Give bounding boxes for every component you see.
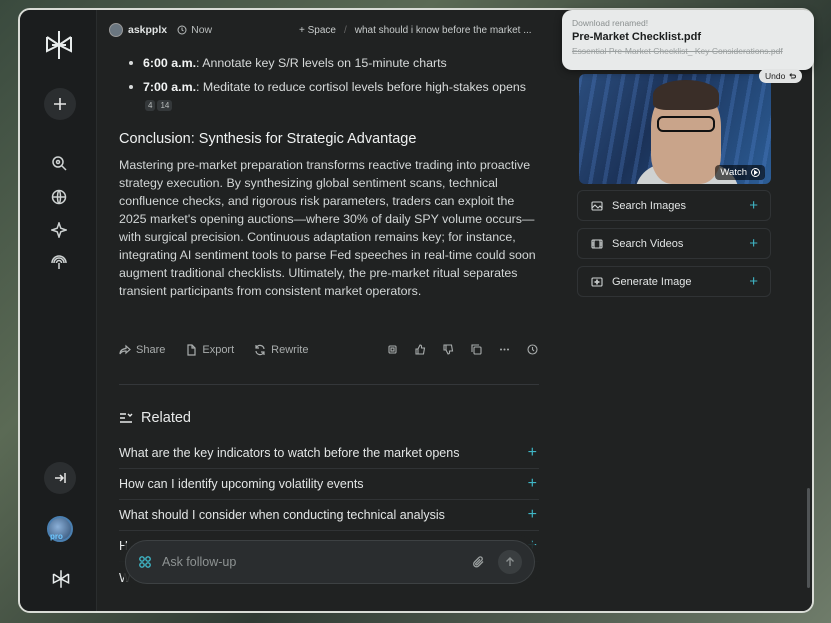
export-button[interactable]: Export (185, 344, 234, 356)
secondary-actions (385, 342, 539, 356)
clock-icon (177, 25, 187, 35)
plus-icon: + (749, 273, 758, 290)
related-list-icon (120, 413, 133, 423)
media-sidebar: Watch Search Images + Search Videos + Ge… (577, 10, 773, 611)
related-item[interactable]: How can I identify upcoming volatility e… (119, 469, 539, 500)
space-link[interactable]: + Space (299, 25, 336, 36)
rewrite-icon (255, 344, 265, 356)
focus-icon[interactable] (138, 555, 152, 569)
attach-icon[interactable] (472, 555, 486, 569)
video-icon (591, 238, 603, 249)
answer-content: 6:00 a.m.: Annotate key S/R levels on 15… (119, 54, 539, 300)
more-icon[interactable] (497, 342, 511, 356)
follow-up-input[interactable]: Ask follow-up (162, 555, 472, 569)
image-icon (591, 200, 603, 211)
new-thread-button[interactable] (44, 88, 76, 120)
app-window: pro askpplx Now + Space / what should i … (18, 8, 814, 613)
toast-old-filename: Essential Pre-Market Checklist_ Key Cons… (572, 46, 783, 56)
perplexity-logo-icon[interactable] (42, 28, 76, 62)
app-logo-icon[interactable] (46, 564, 76, 594)
plus-icon[interactable]: + (528, 475, 537, 493)
watch-label: Watch (720, 167, 747, 178)
list-item: 7:00 a.m.: Meditate to reduce cortisol l… (119, 78, 539, 114)
generate-image-button[interactable]: Generate Image + (577, 266, 771, 297)
share-label: Share (136, 344, 166, 356)
conclusion-paragraph: Mastering pre-market preparation transfo… (119, 158, 536, 298)
user-name: askpplx (128, 24, 168, 36)
answer-actions: Share Export Rewrite (119, 340, 539, 360)
toast-status: Download renamed! (572, 18, 649, 28)
user-avatar (109, 23, 123, 37)
plus-icon[interactable]: + (528, 444, 537, 462)
scrollbar[interactable] (807, 488, 810, 588)
rewrite-label: Rewrite (271, 344, 309, 356)
related-item-text: What are the key indicators to watch bef… (119, 446, 460, 460)
sidebar: pro (20, 10, 96, 611)
bullet-time: 6:00 a.m. (143, 56, 197, 70)
collapse-sidebar-button[interactable] (44, 462, 76, 494)
pro-badge: pro (50, 532, 63, 541)
search-images-button[interactable]: Search Images + (577, 190, 771, 221)
time-label: Now (191, 24, 213, 36)
export-icon (187, 344, 196, 356)
related-header: Related (119, 410, 191, 426)
section-heading: Conclusion: Synthesis for Strategic Adva… (119, 131, 417, 147)
citation-badge[interactable]: 4 (145, 100, 156, 112)
arrow-up-icon (506, 557, 514, 566)
rewrite-button[interactable]: Rewrite (254, 344, 308, 356)
thread-title[interactable]: what should i know before the market ... (355, 25, 532, 36)
share-icon (119, 344, 131, 355)
globe-icon[interactable] (44, 182, 74, 212)
watch-button[interactable]: Watch (715, 165, 765, 180)
undo-icon (789, 73, 797, 79)
play-icon (751, 168, 760, 177)
thumbs-down-icon[interactable] (441, 342, 455, 356)
follow-up-bar: Ask follow-up (125, 540, 535, 584)
user-info[interactable]: askpplx (109, 23, 167, 37)
plus-icon: + (749, 197, 758, 214)
video-thumbnail[interactable]: Watch (579, 74, 771, 184)
divider (119, 384, 539, 385)
thumbs-up-icon[interactable] (413, 342, 427, 356)
avatar[interactable]: pro (47, 516, 73, 542)
download-toast[interactable]: Download renamed! Pre-Market Checklist.p… (562, 10, 814, 70)
breadcrumb-separator: / (343, 24, 347, 36)
thumbnail-person-hair (653, 80, 719, 110)
undo-button[interactable]: Undo (759, 69, 803, 83)
search-videos-label: Search Videos (612, 237, 684, 250)
main-panel: askpplx Now + Space / what should i know… (96, 10, 812, 611)
history-icon[interactable] (525, 342, 539, 356)
related-title: Related (141, 410, 191, 426)
breadcrumb: + Space / what should i know before the … (299, 10, 532, 50)
plus-icon: + (749, 235, 758, 252)
send-button[interactable] (498, 550, 522, 574)
generate-image-icon (591, 276, 603, 287)
related-item-text: What should I consider when conducting t… (119, 508, 445, 522)
related-item[interactable]: What are the key indicators to watch bef… (119, 438, 539, 469)
search-icon[interactable] (44, 148, 74, 178)
sparkle-icon[interactable] (44, 215, 74, 245)
signal-icon[interactable] (44, 248, 74, 278)
list-item: 6:00 a.m.: Annotate key S/R levels on 15… (119, 54, 539, 72)
copy-icon[interactable] (469, 342, 483, 356)
generate-image-label: Generate Image (612, 275, 692, 288)
model-chip-icon[interactable] (385, 342, 399, 356)
export-label: Export (202, 344, 235, 356)
related-item-text: How can I identify upcoming volatility e… (119, 477, 364, 491)
search-videos-button[interactable]: Search Videos + (577, 228, 771, 259)
toast-new-filename: Pre-Market Checklist.pdf (572, 31, 701, 43)
bullet-time: 7:00 a.m. (143, 80, 197, 94)
search-images-label: Search Images (612, 199, 686, 212)
bullet-text: : Meditate to reduce cortisol levels bef… (196, 80, 526, 94)
plus-icon[interactable]: + (528, 506, 537, 524)
thumbnail-person-glasses (657, 116, 715, 132)
citation-badge[interactable]: 14 (157, 100, 173, 112)
bullet-text: : Annotate key S/R levels on 15-minute c… (196, 56, 447, 70)
share-button[interactable]: Share (119, 344, 165, 356)
undo-label: Undo (765, 71, 786, 81)
timestamp: Now (177, 24, 212, 36)
related-item[interactable]: What should I consider when conducting t… (119, 500, 539, 531)
